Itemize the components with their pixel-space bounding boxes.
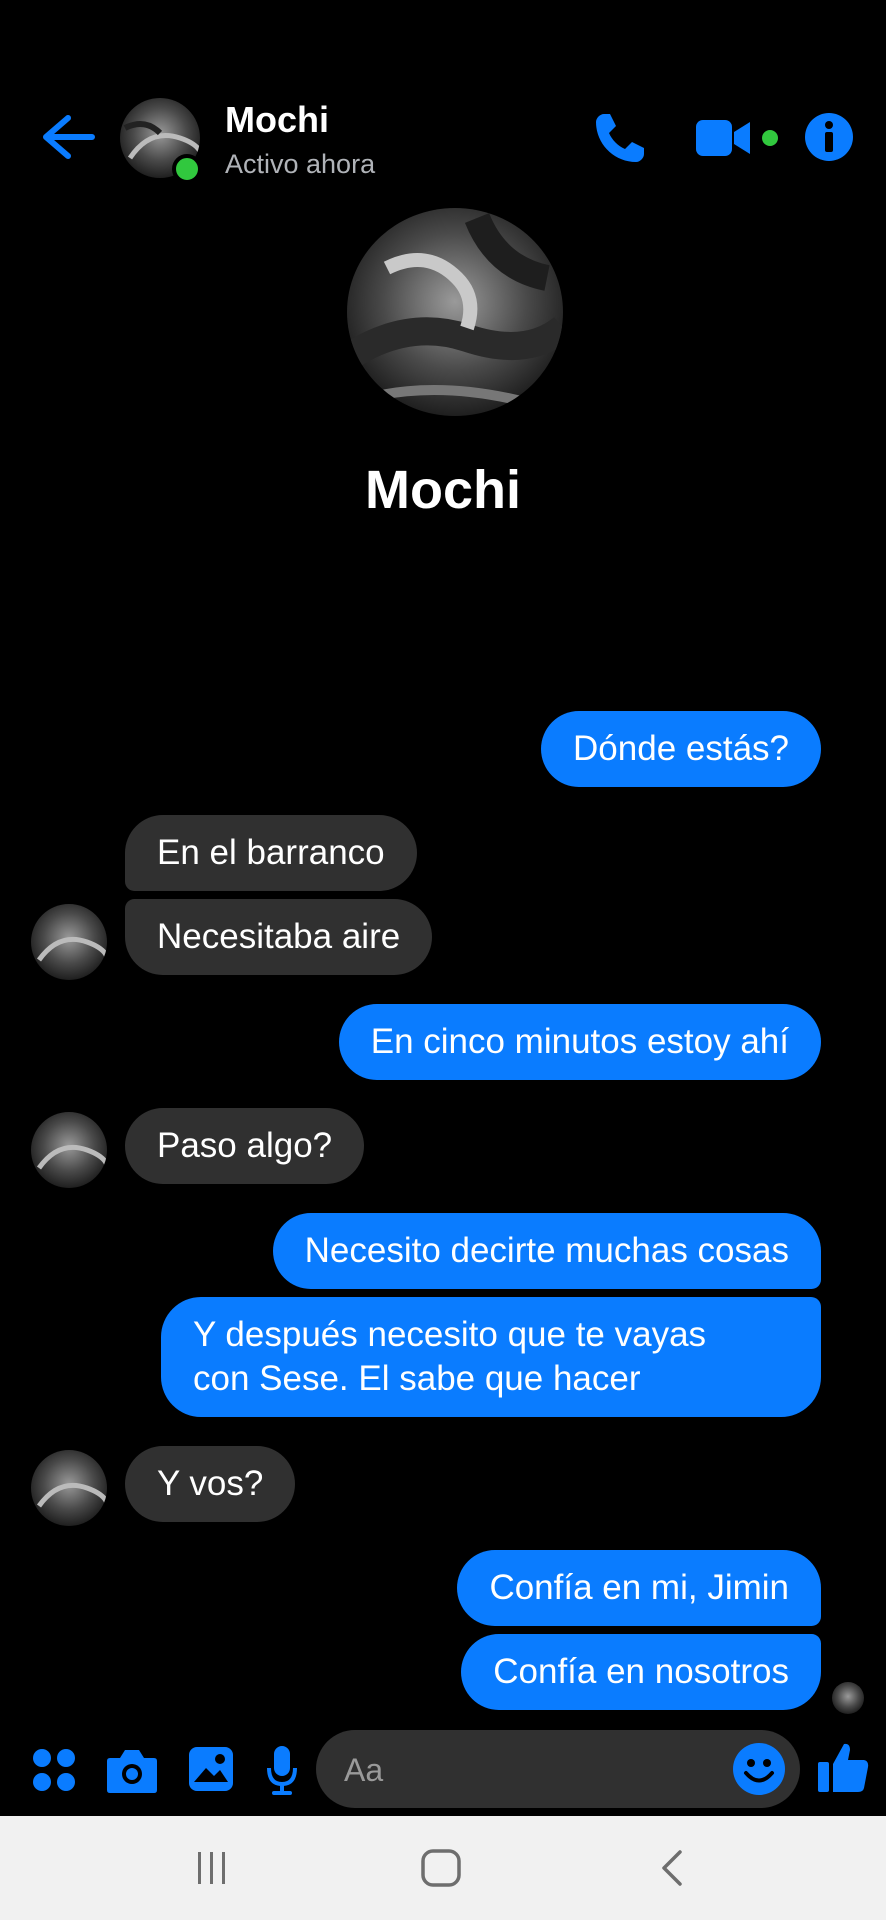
sender-avatar[interactable] [31, 904, 107, 980]
message-incoming[interactable]: Y vos? [125, 1446, 296, 1522]
online-status-dot [172, 154, 202, 184]
video-call-icon[interactable] [696, 118, 752, 158]
emoji-icon[interactable] [732, 1742, 786, 1796]
thumbs-up-icon[interactable] [816, 1740, 870, 1794]
message-incoming[interactable]: Necesitaba aire [125, 899, 433, 975]
seen-indicator-avatar [832, 1682, 864, 1714]
back-nav-icon[interactable] [658, 1848, 684, 1888]
message-outgoing[interactable]: Confía en mi, Jimin [457, 1550, 821, 1626]
contact-name[interactable]: Mochi [225, 98, 329, 142]
message-incoming[interactable]: Paso algo? [125, 1108, 365, 1184]
message-composer[interactable] [316, 1730, 800, 1810]
message-outgoing[interactable]: Necesito decirte muchas cosas [272, 1213, 821, 1289]
sender-avatar[interactable] [31, 1450, 107, 1526]
apps-icon[interactable] [32, 1748, 76, 1792]
info-icon[interactable] [804, 112, 854, 162]
video-active-dot [762, 130, 778, 146]
gallery-icon[interactable] [188, 1746, 234, 1792]
contact-status: Activo ahora [225, 149, 376, 179]
recents-icon[interactable] [196, 1848, 228, 1888]
back-arrow-icon[interactable] [38, 112, 96, 162]
message-outgoing[interactable]: Confía en nosotros [461, 1634, 821, 1710]
message-input[interactable] [342, 1730, 706, 1810]
profile-name: Mochi [365, 460, 521, 520]
microphone-icon[interactable] [266, 1744, 298, 1796]
sender-avatar[interactable] [31, 1112, 107, 1188]
message-outgoing[interactable]: Dónde estás? [541, 711, 821, 787]
message-outgoing[interactable]: Y después necesito que te vayas con Sese… [161, 1297, 821, 1417]
message-incoming[interactable]: En el barranco [125, 815, 417, 891]
phone-call-icon[interactable] [592, 110, 648, 166]
profile-picture[interactable] [347, 208, 563, 416]
camera-icon[interactable] [106, 1746, 158, 1794]
message-outgoing[interactable]: En cinco minutos estoy ahí [338, 1004, 821, 1080]
home-icon[interactable] [420, 1848, 462, 1888]
